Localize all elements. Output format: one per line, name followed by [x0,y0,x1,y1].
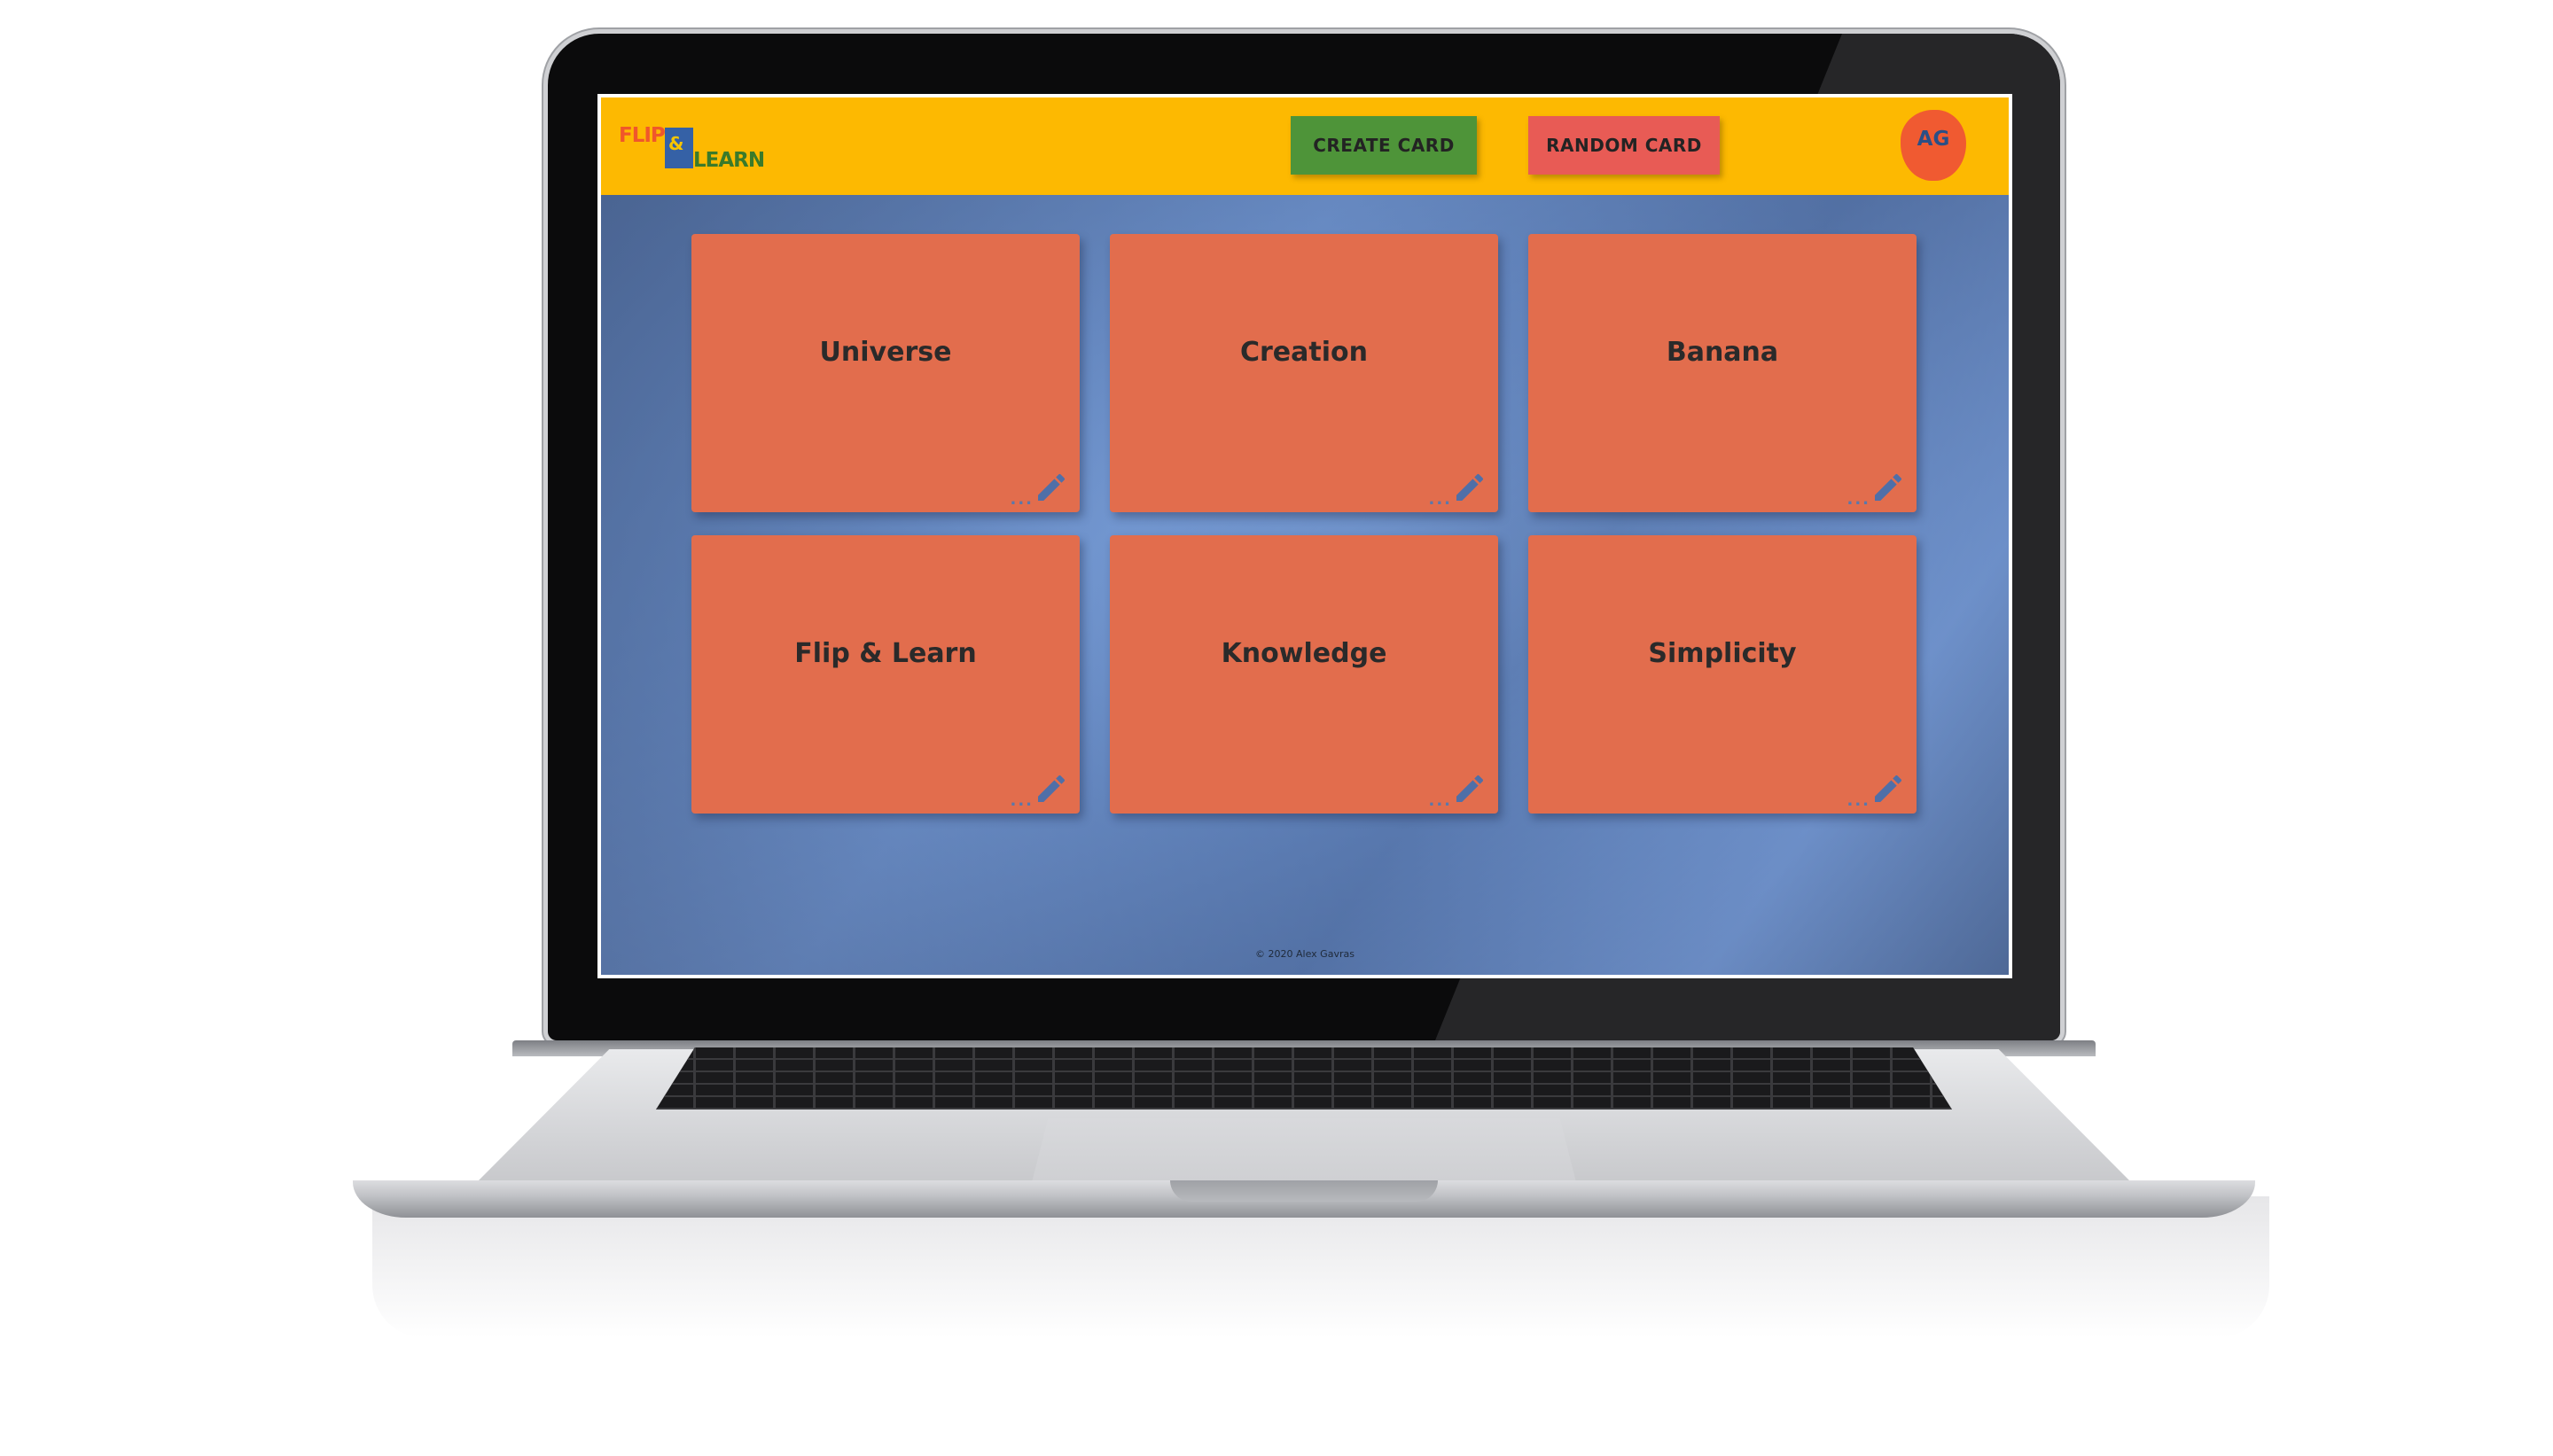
flashcard[interactable]: Flip & Learn ... [691,535,1080,814]
flashcard[interactable]: Knowledge ... [1110,535,1498,814]
pencil-icon[interactable] [1452,771,1487,806]
pencil-icon[interactable] [1452,470,1487,505]
more-icon[interactable]: ... [1428,791,1452,810]
flashcard[interactable]: Simplicity ... [1528,535,1917,814]
pencil-icon[interactable] [1870,470,1906,505]
more-icon[interactable]: ... [1010,490,1034,509]
laptop-lid-notch [1170,1180,1438,1202]
product-mockup: FLIP & LEARN CREATE CARD RANDOM CARD AG … [0,0,2553,1456]
more-icon[interactable]: ... [1846,490,1870,509]
user-avatar[interactable]: AG [1901,110,1966,181]
logo-flip-text: FLIP [619,124,666,147]
laptop-screen: FLIP & LEARN CREATE CARD RANDOM CARD AG … [597,94,2012,978]
laptop-reflection [372,1196,2269,1338]
pencil-icon[interactable] [1034,470,1069,505]
app-logo[interactable]: FLIP & LEARN [619,121,778,177]
more-icon[interactable]: ... [1428,490,1452,509]
flashcard[interactable]: Universe ... [691,234,1080,512]
keyboard-keys [656,1047,1952,1110]
more-icon[interactable]: ... [1010,791,1034,810]
pencil-icon[interactable] [1034,771,1069,806]
card-title: Creation [1240,337,1368,368]
logo-ampersand: & [668,133,684,154]
flashcard[interactable]: Creation ... [1110,234,1498,512]
laptop-keyboard [656,1047,1952,1110]
card-title: Simplicity [1648,638,1797,669]
card-title: Flip & Learn [794,638,977,669]
flip-learn-app: FLIP & LEARN CREATE CARD RANDOM CARD AG … [601,97,2009,975]
random-card-button[interactable]: RANDOM CARD [1528,116,1720,175]
laptop-trackpad [1032,1118,1576,1182]
footer-copyright: © 2020 Alex Gavras [1255,948,1355,960]
app-header: FLIP & LEARN CREATE CARD RANDOM CARD AG [601,97,2009,195]
pencil-icon[interactable] [1870,771,1906,806]
card-title: Universe [819,337,952,368]
more-icon[interactable]: ... [1846,791,1870,810]
flashcard[interactable]: Banana ... [1528,234,1917,512]
card-grid: Universe ... Creation ... Banana ... Fli… [691,234,1917,814]
create-card-button[interactable]: CREATE CARD [1291,116,1477,175]
logo-learn-text: LEARN [693,149,765,172]
card-title: Knowledge [1221,638,1387,669]
card-title: Banana [1666,337,1779,368]
